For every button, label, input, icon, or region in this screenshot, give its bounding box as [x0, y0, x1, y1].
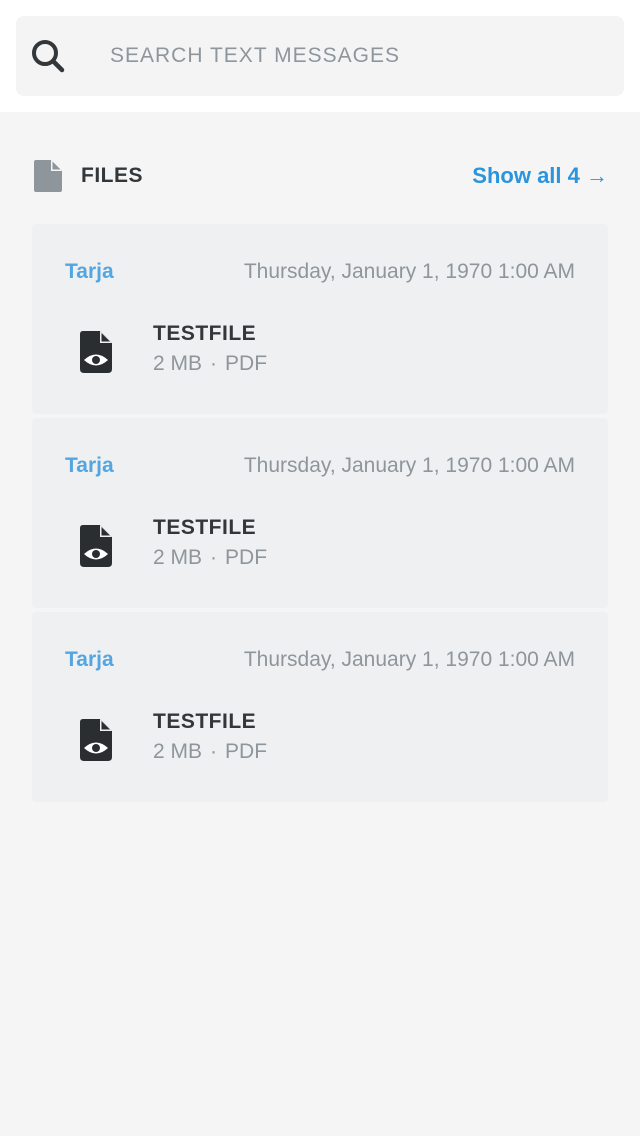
- file-name: TESTFILE: [153, 710, 257, 733]
- file-type: PDF: [225, 352, 268, 375]
- document-view-icon[interactable]: [80, 331, 112, 373]
- file-type: PDF: [225, 740, 268, 763]
- file-size: 2 MB: [153, 546, 203, 569]
- meta-separator: ·: [210, 352, 218, 375]
- sender-name[interactable]: Tarja: [65, 648, 114, 672]
- search-input[interactable]: [110, 16, 630, 96]
- file-meta: 2 MB · PDF: [153, 740, 267, 764]
- search-icon[interactable]: [30, 38, 66, 74]
- file-meta: 2 MB · PDF: [153, 352, 267, 376]
- search-bar[interactable]: [16, 16, 630, 96]
- document-view-icon[interactable]: [80, 525, 112, 567]
- file-card[interactable]: Tarja Thursday, January 1, 1970 1:00 AM …: [32, 612, 608, 802]
- file-list: Tarja Thursday, January 1, 1970 1:00 AM …: [32, 224, 608, 806]
- file-name: TESTFILE: [153, 322, 257, 345]
- file-icon: [34, 160, 62, 192]
- message-date: Thursday, January 1, 1970 1:00 AM: [243, 260, 575, 283]
- files-section-header: FILES Show all 4 →: [32, 156, 608, 196]
- message-date: Thursday, January 1, 1970 1:00 AM: [243, 454, 575, 477]
- file-size: 2 MB: [153, 740, 203, 763]
- sender-name[interactable]: Tarja: [65, 454, 114, 478]
- section-title: FILES: [81, 164, 144, 187]
- file-size: 2 MB: [153, 352, 203, 375]
- meta-separator: ·: [210, 740, 218, 763]
- file-card[interactable]: Tarja Thursday, January 1, 1970 1:00 AM …: [32, 418, 608, 608]
- search-bar-container: [0, 0, 640, 112]
- show-all-link[interactable]: Show all 4 →: [472, 163, 608, 189]
- file-type: PDF: [225, 546, 268, 569]
- file-card[interactable]: Tarja Thursday, January 1, 1970 1:00 AM …: [32, 224, 608, 414]
- sender-name[interactable]: Tarja: [65, 260, 114, 284]
- file-name: TESTFILE: [153, 516, 257, 539]
- document-view-icon[interactable]: [80, 719, 112, 761]
- message-date: Thursday, January 1, 1970 1:00 AM: [243, 648, 575, 671]
- meta-separator: ·: [210, 546, 218, 569]
- file-meta: 2 MB · PDF: [153, 546, 267, 570]
